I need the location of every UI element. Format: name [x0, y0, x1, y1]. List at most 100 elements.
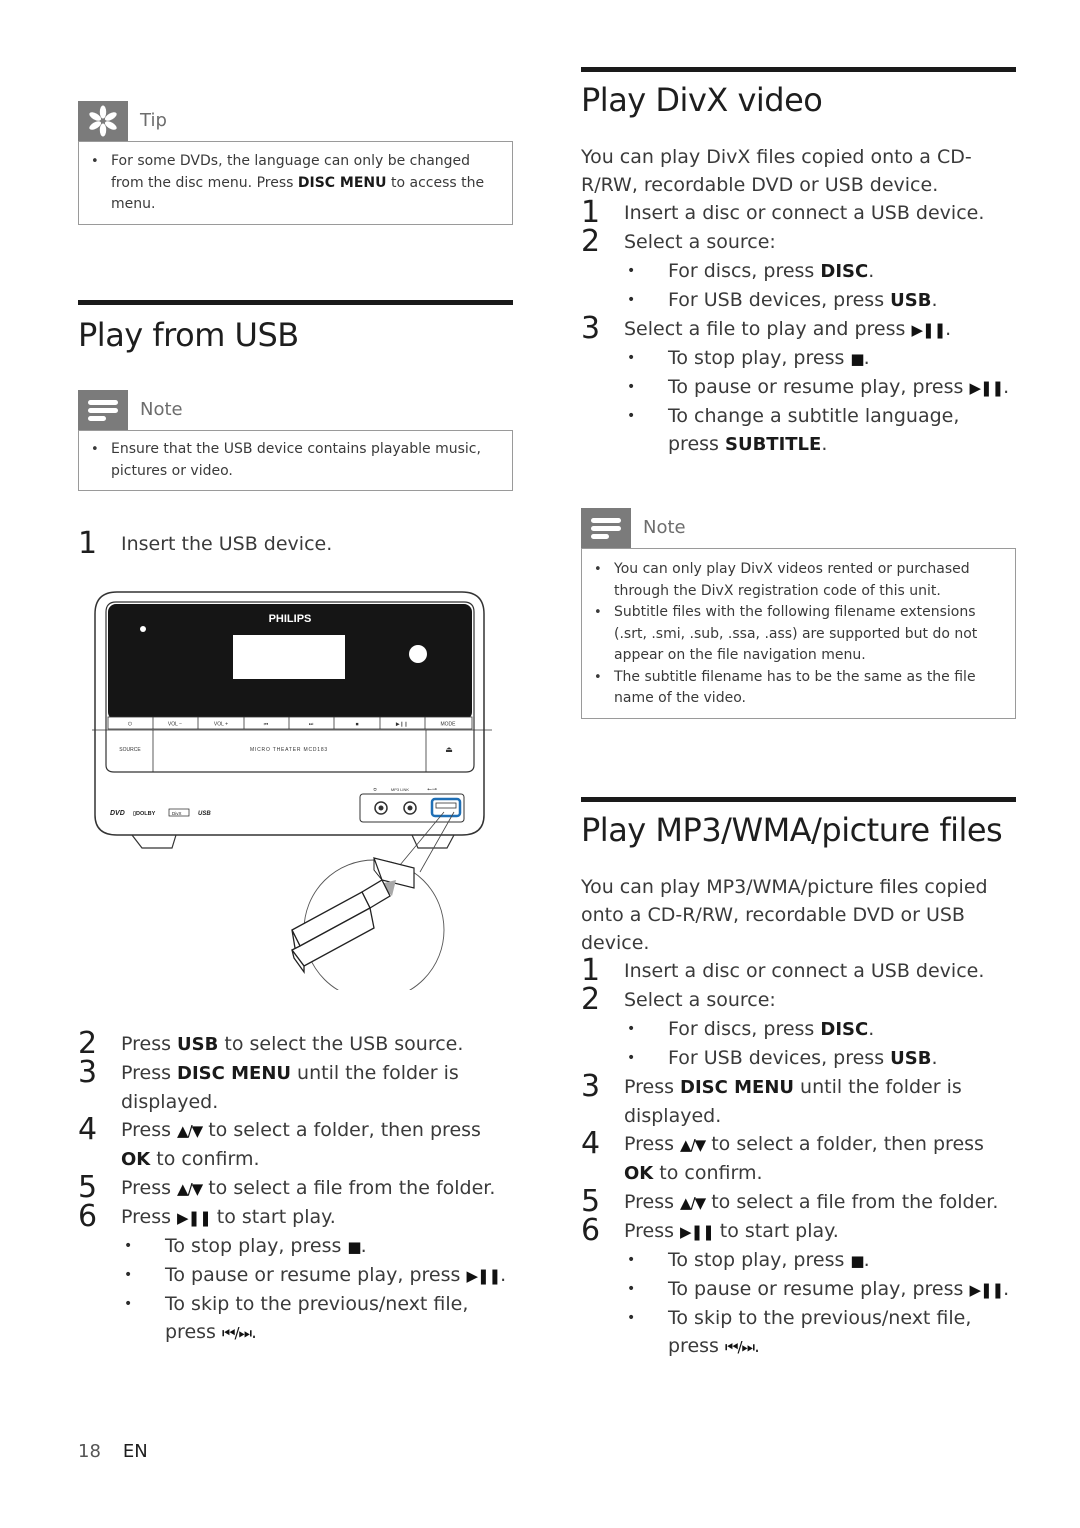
sub-step: • For USB devices, press USB.: [624, 286, 1016, 315]
sub-step-text: To pause or resume play, press ▶❚❚.: [668, 1275, 1009, 1304]
step: 5 Press ▲/▼ to select a file from the fol…: [78, 1173, 513, 1203]
sub-step-text: To skip to the previous/next file, press…: [668, 1304, 1016, 1361]
bullet-icon: •: [627, 292, 636, 308]
usb-note-callout: Note Ensure that the USB device contains…: [78, 390, 513, 491]
step: 2 Select a source:: [581, 227, 1016, 257]
step-number: 6: [581, 1213, 601, 1248]
bullet-icon: •: [124, 1296, 133, 1312]
section-intro: You can play DivX files copied onto a CD…: [581, 146, 972, 196]
step-text: Press ▲/▼ to select a folder, then press…: [121, 1116, 513, 1174]
step-text: Press USB to select the USB source.: [121, 1030, 463, 1059]
dolby-logo: ▯DOLBY: [133, 811, 156, 817]
sub-step: • To stop play, press ■.: [121, 1232, 513, 1261]
vol-up-label: VOL +: [214, 722, 228, 728]
text-run: .: [754, 1335, 761, 1357]
control-symbol-icon: ▲/▼: [680, 1136, 706, 1154]
dvd-logo: DVD: [110, 810, 125, 817]
mode-label: MODE: [441, 722, 457, 728]
text-run: To stop play, press: [668, 1249, 851, 1271]
step: 3 Select a file to play and press ▶❚❚.: [581, 311, 1016, 346]
text-run: to confirm.: [653, 1162, 763, 1184]
section-title: Play DivX video: [581, 81, 823, 119]
note-label: Note: [643, 517, 686, 538]
text-run: Press: [121, 1119, 178, 1141]
section-play-mp3: Play MP3/WMA/picture files You can play …: [581, 797, 1016, 1361]
stop-label: ■: [355, 722, 358, 728]
step-text: Insert a disc or connect a USB device.: [624, 199, 984, 227]
step-number: 3: [581, 1069, 601, 1104]
micro-theater-diagram: PHILIPS ⏻ VOL − VOL + ⏮ ⏭ ■ ▶❙❙ MODE SOU…: [92, 591, 492, 1001]
text-run: .: [931, 1047, 938, 1069]
sub-step: • For discs, press DISC.: [624, 1015, 1016, 1044]
note-label: Note: [140, 399, 183, 420]
button-name: USB: [177, 1034, 219, 1055]
text-run: .: [821, 433, 828, 455]
language-code: EN: [122, 1441, 148, 1462]
sub-step: • To pause or resume play, press ▶❚❚.: [624, 1275, 1016, 1304]
note-box: Ensure that the USB device contains play…: [78, 430, 513, 491]
step: 6 Press ▶❚❚ to start play.: [78, 1199, 513, 1234]
button-name: DISC MENU: [177, 1063, 292, 1084]
sub-step-text: To change a subtitle language, press SUB…: [668, 402, 1016, 459]
bullet-icon: •: [124, 1267, 133, 1283]
bullet-icon: •: [124, 1238, 133, 1254]
page-footer: 18 EN: [78, 1441, 148, 1462]
text-run: Insert a disc or connect a USB device.: [624, 202, 985, 224]
button-name: OK: [121, 1149, 151, 1170]
control-symbol-icon: ■: [850, 1252, 864, 1270]
note-box: You can only play DivX videos rented or …: [581, 548, 1016, 719]
step-text: Press DISC MENU until the folder is disp…: [121, 1059, 513, 1116]
mp3-steps: 1 Insert a disc or connect a USB device. 2…: [581, 956, 1016, 1361]
text-run: To pause or resume play, press: [668, 376, 970, 398]
bullet-icon: •: [627, 1281, 636, 1297]
text-run: Select a file to play and press: [624, 318, 912, 340]
text-run: to start play.: [713, 1220, 839, 1242]
step-text: Insert the USB device.: [121, 533, 333, 555]
text-run: .: [251, 1321, 258, 1343]
text-run: .: [863, 1249, 870, 1271]
control-symbol-icon: ▶❚❚: [911, 321, 946, 339]
step-number: 2: [581, 982, 601, 1017]
step: 4 Press ▲/▼ to select a folder, then pres…: [78, 1115, 513, 1174]
divx-steps: 1 Insert a disc or connect a USB device. 2…: [581, 198, 1016, 459]
note-item: You can only play DivX videos rented or …: [592, 559, 1003, 602]
remote-sensor: [409, 645, 427, 663]
section-intro: You can play MP3/WMA/picture files copie…: [581, 876, 988, 954]
text-run: For USB devices, press: [668, 289, 891, 311]
bullet-icon: •: [627, 350, 636, 366]
text-run: .: [868, 1018, 875, 1040]
text-run: Press: [121, 1033, 178, 1055]
step-number: 6: [78, 1199, 98, 1234]
text-run: Press: [624, 1076, 681, 1098]
step-text: Press ▶❚❚ to start play.: [121, 1203, 336, 1232]
text-run: Insert a disc or connect a USB device.: [624, 960, 985, 982]
text-run: .: [1003, 376, 1010, 398]
control-symbol-icon: ▲/▼: [177, 1122, 203, 1140]
tip-label: Tip: [140, 110, 167, 131]
sub-step: • To pause or resume play, press ▶❚❚.: [121, 1261, 513, 1290]
sub-step-text: For discs, press DISC.: [668, 257, 874, 286]
bullet-icon: •: [627, 1050, 636, 1066]
step: 1 Insert the USB device.: [78, 529, 513, 559]
text-run: For discs, press: [668, 1018, 821, 1040]
step: 6 Press ▶❚❚ to start play.: [581, 1213, 1016, 1248]
step-text: Press DISC MENU until the folder is disp…: [624, 1073, 1016, 1130]
text-run: Select a source:: [624, 989, 776, 1011]
sub-step-text: To pause or resume play, press ▶❚❚.: [668, 373, 1009, 402]
bullet-icon: •: [627, 1310, 636, 1326]
control-symbol-icon: ▶❚❚: [466, 1267, 501, 1285]
control-symbol-icon: ⏮/⏭: [724, 1338, 755, 1356]
button-name: DISC: [820, 261, 869, 282]
text-run: .: [500, 1264, 507, 1286]
sub-step-text: To stop play, press ■.: [668, 1246, 870, 1275]
sub-step: • To stop play, press ■.: [624, 344, 1016, 373]
text-run: Press: [624, 1191, 681, 1213]
control-symbol-icon: ▶❚❚: [969, 379, 1004, 397]
control-symbol-icon: ▶❚❚: [177, 1209, 212, 1227]
sub-step: • For discs, press DISC.: [624, 257, 1016, 286]
text-run: to select a file from the folder.: [202, 1177, 496, 1199]
control-symbol-icon: ▲/▼: [680, 1194, 706, 1212]
text-run: to select a folder, then press: [705, 1133, 984, 1155]
text-run: To skip to the previous/next file, press: [668, 1307, 972, 1357]
step-number: 3: [581, 311, 601, 346]
